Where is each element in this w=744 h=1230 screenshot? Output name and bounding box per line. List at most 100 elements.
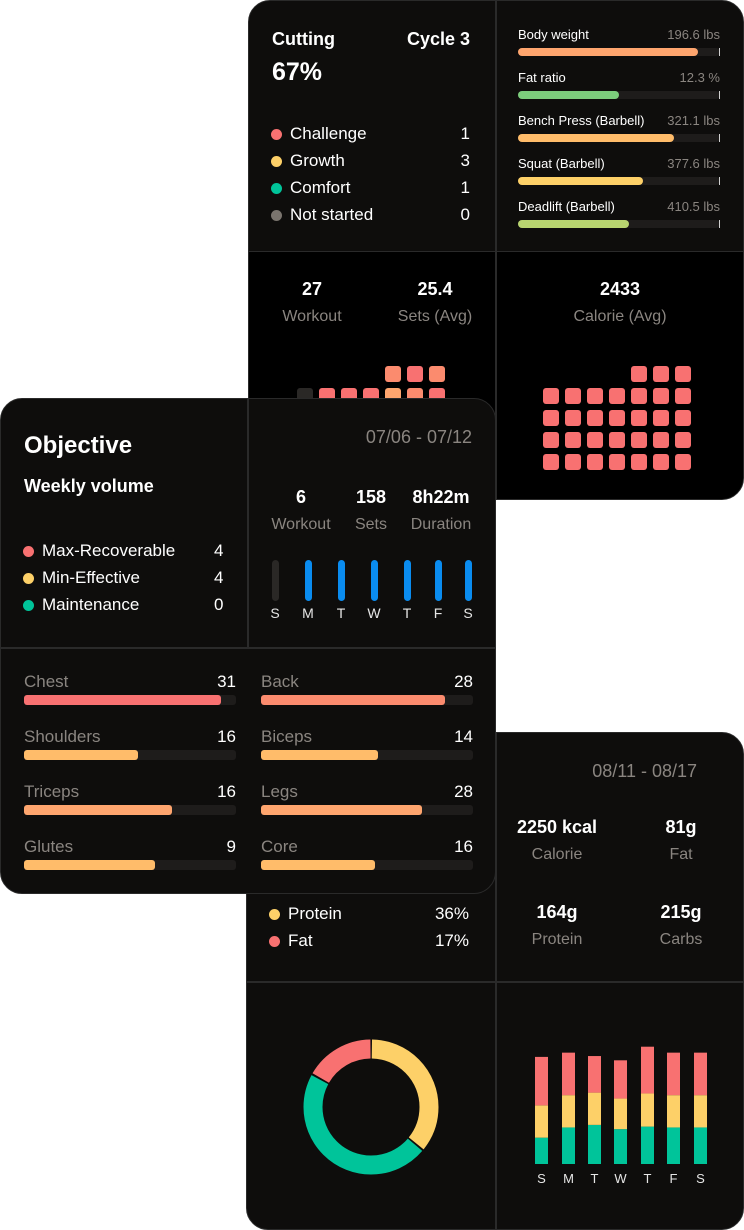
bar-fat [535, 1056, 548, 1106]
metric-progress-fill [518, 91, 619, 99]
muscle-progress-bar [24, 860, 236, 870]
calorie-day-cell [675, 410, 691, 426]
stat-label: Sets (Avg) [397, 308, 473, 325]
day-label: F [670, 1171, 678, 1186]
stat-value: 8h22m [412, 487, 470, 507]
calorie-day-cell [653, 410, 669, 426]
metric-item: Fat ratio 12.3 % [518, 70, 720, 102]
metric-progress-fill [518, 177, 644, 185]
muscle-triceps: Triceps 16 [24, 782, 236, 816]
workout-day-cell [385, 366, 401, 382]
day-label: S [270, 605, 280, 621]
bar-carbs [614, 1129, 627, 1164]
bar-protein [535, 1105, 548, 1138]
progress-percent: 67% [272, 58, 323, 86]
legend-value: 1 [460, 178, 470, 197]
day-label: S [463, 605, 473, 621]
bar-protein [614, 1098, 627, 1130]
legend-dot-icon [271, 182, 282, 194]
objective-title: Objective [24, 432, 133, 459]
legend-label: Growth [290, 151, 345, 170]
day-label: T [336, 605, 346, 621]
muscle-progress-fill [261, 750, 378, 760]
day-label: T [591, 1171, 599, 1186]
muscle-name: Glutes [24, 837, 74, 856]
metric-progress-bar [518, 91, 720, 99]
calorie-day-cell [675, 454, 691, 470]
calorie-day-cell [543, 432, 559, 448]
legend-value: 4 [214, 541, 224, 560]
muscle-progress-bar [24, 750, 236, 760]
metric-value: 12.3 % [679, 70, 720, 85]
stat-value: 6 [295, 487, 306, 507]
calorie-day-cell [565, 454, 581, 470]
legend-dot-icon [23, 572, 34, 584]
metric-progress-fill [518, 134, 674, 142]
bar-protein [694, 1095, 707, 1128]
legend-value: 0 [214, 595, 224, 614]
muscle-progress-fill [261, 860, 376, 870]
day-activity-bar [304, 560, 312, 601]
day-activity-bar [271, 560, 279, 601]
legend-dot-icon [271, 128, 282, 140]
muscle-biceps: Biceps 14 [261, 727, 473, 761]
day-label: F [433, 605, 443, 621]
calorie-day-cell [543, 454, 559, 470]
day-activity-bar [464, 560, 472, 601]
day-label: S [537, 1171, 546, 1186]
weekly-stat: 158 Sets [346, 487, 396, 534]
metric-value: 196.6 lbs [667, 27, 720, 42]
bar-fat [641, 1046, 654, 1094]
legend-item: Fat [269, 931, 313, 951]
muscle-sets: 16 [217, 727, 236, 746]
muscle-sets: 28 [454, 782, 473, 801]
muscle-progress-bar [24, 695, 236, 705]
muscle-progress-bar [261, 860, 473, 870]
legend-item: Not started [271, 205, 373, 225]
calorie-day-cell [653, 366, 669, 382]
calorie-day-cell [609, 410, 625, 426]
muscle-sets: 9 [226, 837, 236, 856]
workout-count-stat: 27 Workout [264, 279, 360, 326]
bar-carbs [641, 1126, 654, 1164]
bar-carbs [588, 1124, 601, 1164]
objective-card[interactable]: Objective Weekly volume Max-Recoverable 4… [0, 398, 496, 894]
calorie-avg-stat: 2433 Calorie (Avg) [520, 279, 720, 326]
metric-progress-bar [518, 48, 720, 56]
bar-fat [667, 1052, 680, 1096]
nutrition-stat-fat: 81g Fat [621, 817, 741, 864]
nutrition-date-range: 08/11 - 08/17 [592, 761, 697, 781]
calorie-day-cell [609, 388, 625, 404]
muscle-name: Triceps [24, 782, 80, 801]
legend-value: 0 [460, 205, 470, 224]
stat-value: 2250 kcal [516, 817, 598, 837]
muscle-name: Legs [261, 782, 298, 801]
bar-fat [614, 1060, 627, 1099]
muscle-name: Core [261, 837, 298, 856]
legend-dot-icon [23, 599, 34, 611]
bar-carbs [562, 1127, 575, 1164]
muscle-back: Back 28 [261, 672, 473, 706]
calorie-day-cell [565, 410, 581, 426]
bar-fat [562, 1052, 575, 1096]
day-activity-bar [434, 560, 442, 601]
legend-dot-icon [269, 908, 280, 920]
metric-target-tick [718, 220, 720, 228]
calorie-day-cell [631, 410, 647, 426]
calorie-day-cell [543, 388, 559, 404]
calorie-day-cell [675, 366, 691, 382]
legend-item: Max-Recoverable [23, 541, 175, 561]
calorie-day-cell [653, 432, 669, 448]
bar-fat [588, 1056, 601, 1093]
muscle-progress-fill [24, 695, 222, 705]
bar-protein [667, 1095, 680, 1128]
calorie-day-cell [675, 432, 691, 448]
day-activity-bar [403, 560, 411, 601]
macro-donut-chart [303, 1039, 439, 1175]
legend-value: 3 [460, 151, 470, 170]
bar-carbs [667, 1127, 680, 1164]
legend-value: 4 [214, 568, 224, 587]
muscle-sets: 16 [454, 837, 473, 856]
calorie-day-cell [587, 432, 603, 448]
calorie-day-cell [587, 388, 603, 404]
